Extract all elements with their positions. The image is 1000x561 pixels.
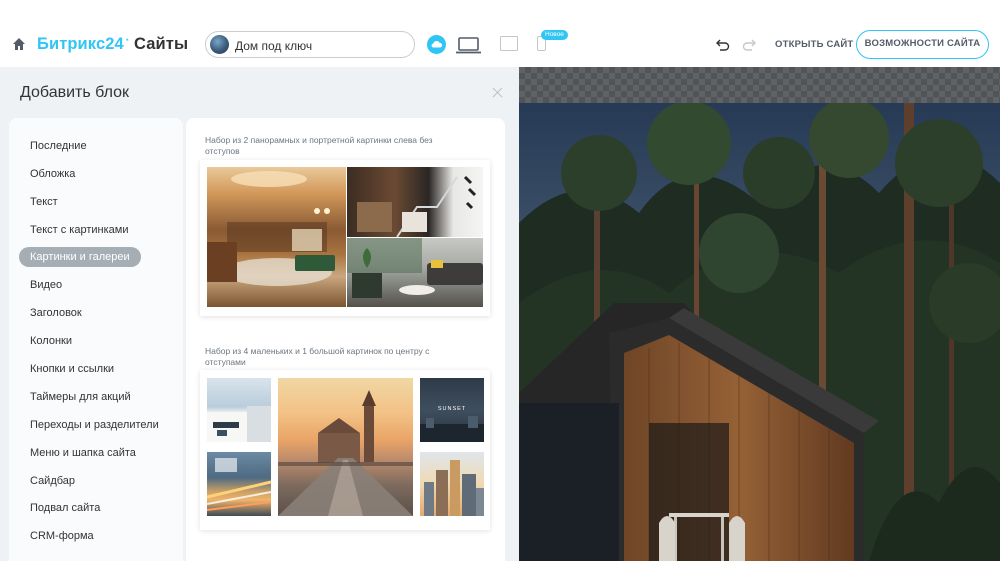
site-features-button[interactable]: ВОЗМОЖНОСТИ САЙТА: [856, 30, 989, 59]
category-item[interactable]: Колонки: [19, 331, 83, 351]
tablet-icon[interactable]: [500, 36, 518, 51]
category-item[interactable]: Таймеры для акций: [19, 387, 142, 407]
category-item[interactable]: Меню и шапка сайта: [19, 443, 147, 463]
category-item[interactable]: Видео: [19, 275, 73, 295]
clock-icon: ◔: [123, 35, 130, 45]
category-item[interactable]: Переходы и разделители: [19, 415, 170, 435]
sunset-text-image: SUNSET: [420, 378, 484, 442]
panel-title: Добавить блок: [20, 84, 130, 101]
site-preview[interactable]: [519, 67, 1000, 561]
site-name: Дом под ключ: [235, 39, 313, 53]
preview-transparent-strip: [519, 67, 1000, 103]
brand-logo-part: 24: [105, 35, 124, 53]
close-icon[interactable]: [492, 87, 503, 98]
city-skyline-image: [420, 452, 484, 516]
new-badge: Новое: [541, 30, 568, 40]
sunset-label: SUNSET: [437, 406, 467, 412]
block-preview-card[interactable]: SUNSET: [200, 370, 490, 530]
block-caption: Набор из 4 маленьких и 1 большой картино…: [205, 346, 430, 367]
home-icon[interactable]: [12, 37, 26, 51]
brand-logo-part: Сайты: [134, 35, 189, 53]
brand-logo-part: Битрикс: [37, 35, 106, 53]
category-item[interactable]: Заголовок: [19, 303, 93, 323]
seaside-image: [207, 378, 271, 442]
category-item[interactable]: Подвал сайта: [19, 498, 111, 518]
block-preview-card[interactable]: [200, 160, 490, 316]
stairs-interior-image: [347, 167, 483, 237]
category-item[interactable]: Текст с картинками: [19, 220, 140, 240]
tower-sunset-image: [278, 378, 413, 516]
site-selector[interactable]: Дом под ключ: [205, 31, 415, 58]
category-item[interactable]: CRM-форма: [19, 526, 105, 546]
undo-icon[interactable]: [716, 38, 730, 51]
category-item[interactable]: Текст: [19, 192, 69, 212]
add-block-panel: Добавить блок Последние Обложка Текст Те…: [0, 67, 519, 561]
brand-logo[interactable]: Битрикс24◔ Сайты: [37, 35, 188, 54]
category-item[interactable]: Обложка: [19, 164, 86, 184]
highway-image: [207, 452, 271, 516]
redo-icon[interactable]: [742, 38, 756, 51]
block-list: Набор из 2 панорамных и портретной карти…: [186, 118, 505, 561]
category-item[interactable]: Кнопки и ссылки: [19, 359, 125, 379]
block-caption: Набор из 2 панорамных и портретной карти…: [205, 135, 433, 156]
living-room-image: [207, 167, 346, 307]
top-toolbar: Битрикс24◔ Сайты Дом под ключ Новое ОТКР…: [0, 0, 1000, 67]
house-forest-image: [519, 103, 1000, 561]
open-site-link[interactable]: ОТКРЫТЬ САЙТ: [775, 39, 853, 50]
category-item[interactable]: Последние: [19, 136, 98, 156]
modern-living-image: [347, 238, 483, 307]
category-item-active[interactable]: Картинки и галереи: [19, 247, 141, 267]
category-list: Последние Обложка Текст Текст с картинка…: [9, 118, 183, 561]
category-item[interactable]: Сайдбар: [19, 471, 86, 491]
cloud-icon[interactable]: [427, 35, 446, 54]
site-thumbnail: [210, 35, 229, 54]
laptop-icon[interactable]: [455, 37, 482, 54]
